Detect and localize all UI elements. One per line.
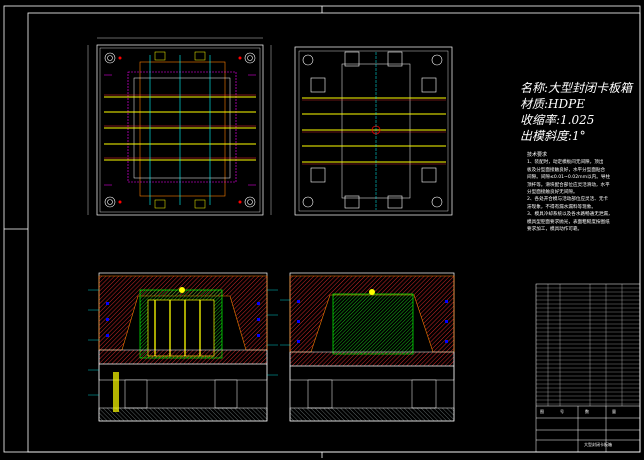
title-block-cell: 图 (540, 409, 544, 414)
note-line: 3、模具冷却系统以及各水路畅通无泄漏， (527, 212, 613, 218)
spec-name-row: 名称:大型封闭卡板箱 (520, 80, 632, 96)
title-block-cell: 数 (585, 409, 589, 414)
spec-name-value: 大型封闭卡板箱 (548, 81, 633, 95)
plan-view-left (87, 37, 272, 216)
note-line: 要求加工，模具动作可靠。 (527, 227, 583, 233)
note-line: 板及分型面接触良好，水平分型面贴合 (527, 167, 606, 173)
section-view-right (280, 272, 455, 422)
parts-list-grid (536, 284, 640, 406)
spec-material-row: 材质:HDPE (520, 96, 585, 112)
note-line: 2、各处开合模与活动部位应灵活、无卡 (527, 197, 609, 203)
spec-name-label: 名称: (520, 81, 549, 95)
section-view-left (88, 272, 278, 422)
note-line: 间隙。间隙≤0.01~0.02mm以内。导柱 (527, 175, 611, 181)
spec-material-label: 材质: (520, 97, 549, 111)
technical-notes: 技术要求 1、装配时，动定模板间无间隙，顶出 板及分型面接触良好，水平分型面贴合… (527, 152, 613, 233)
spec-draft-value: 1° (572, 129, 586, 143)
note-line: 分型面接触良好无间隙。 (527, 190, 578, 196)
note-line: 1、装配时，动定模板间无间隙，顶出 (527, 160, 604, 166)
title-block-cell: 量 (612, 409, 616, 414)
spec-material-value: HDPE (548, 97, 585, 111)
spec-draft-row: 出模斜度:1° (520, 128, 586, 144)
spec-draft-label: 出模斜度: (520, 129, 573, 143)
title-block-cell: 号 (560, 409, 564, 414)
spec-shrink-value: 1.025 (560, 113, 595, 127)
note-line: 顶杆等。滑块配合部位应灵活滑动，水平 (527, 182, 610, 188)
note-line: 模具型腔面要求抛光，表面粗糙度按图纸 (527, 219, 610, 225)
technical-notes-title: 技术要求 (527, 152, 548, 158)
spec-shrink-row: 收缩率:1.025 (520, 112, 594, 128)
plan-view-right (294, 46, 453, 216)
title-block-drawing-name: 大型封闭卡板箱 (584, 442, 612, 447)
note-line: 滞现象，不得有漏水漏料等现象。 (527, 204, 596, 210)
spec-shrink-label: 收缩率: (520, 113, 561, 127)
